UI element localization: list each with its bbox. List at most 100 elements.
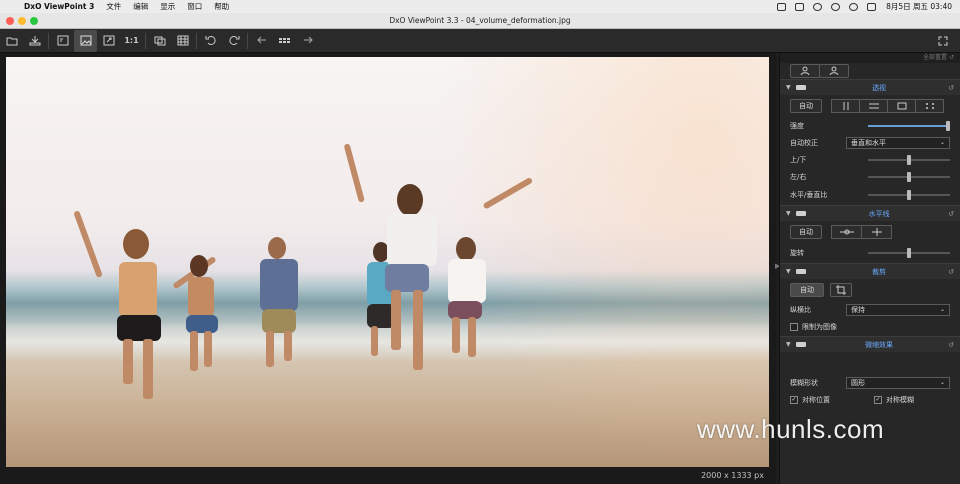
vertical-lines-icon[interactable]	[831, 99, 860, 113]
crop-icon[interactable]	[830, 283, 852, 297]
photo-person-shirt	[260, 259, 298, 311]
chevron-down-icon: ⌄	[939, 379, 945, 386]
reset-icon[interactable]: ↺	[948, 341, 954, 349]
before-after-icon[interactable]	[51, 30, 74, 52]
section-toggle-icon[interactable]	[796, 85, 806, 90]
photo-person-torso	[188, 277, 214, 317]
menu-help[interactable]: 帮助	[214, 1, 229, 12]
battery-icon[interactable]	[777, 2, 787, 11]
back-icon[interactable]	[250, 30, 273, 52]
slider-knob[interactable]	[907, 171, 911, 182]
wifi-icon[interactable]	[831, 2, 841, 11]
image-view-icon[interactable]	[74, 29, 97, 52]
close-window-button[interactable]	[6, 17, 14, 25]
photo-person-shirt	[387, 214, 437, 266]
perspective-auto-button[interactable]: 自动	[790, 99, 822, 113]
menu-edit[interactable]: 编辑	[133, 1, 148, 12]
horizon-auto-button[interactable]: 自动	[790, 225, 822, 239]
crop-auto-button[interactable]: 自动	[790, 283, 824, 297]
rectangle-icon[interactable]	[887, 99, 916, 113]
blur-shape-row: 模糊形状 圆形 ⌄	[780, 374, 960, 391]
ratio-row: 水平/垂直比	[780, 185, 960, 205]
zoom-1-1-button[interactable]: 1:1	[120, 30, 143, 52]
left-right-row: 左/右	[780, 168, 960, 185]
person-adjust-icon[interactable]	[790, 64, 820, 78]
auto-correct-value: 垂直和水平	[851, 138, 886, 147]
auto-correct-label: 自动校正	[790, 138, 818, 147]
bluetooth-icon[interactable]	[813, 2, 823, 11]
reset-icon[interactable]: ↺	[948, 210, 954, 218]
rotate-right-icon[interactable]	[222, 30, 245, 52]
horizon-line-icon[interactable]	[831, 225, 862, 239]
restrict-checkbox[interactable]	[790, 323, 798, 331]
up-down-slider[interactable]	[868, 154, 950, 165]
miniature-section-header[interactable]: ▼ 微缩效果 ↺	[780, 336, 960, 352]
intensity-label: 强度	[790, 121, 804, 130]
auto-correct-select[interactable]: 垂直和水平 ⌄	[846, 136, 950, 149]
menu-file[interactable]: 文件	[106, 1, 121, 12]
person-frame-icon[interactable]	[819, 64, 849, 78]
sym-position-checkbox[interactable]: ✓	[790, 395, 798, 404]
up-down-row: 上/下	[780, 151, 960, 168]
menu-app-name[interactable]: DxO ViewPoint 3	[24, 2, 94, 11]
up-down-label: 上/下	[790, 155, 807, 164]
filmstrip-icon[interactable]	[273, 30, 296, 52]
reset-all-button[interactable]: 全部重置 ↺	[780, 53, 960, 63]
collapse-caret-icon[interactable]: ▼	[786, 84, 796, 91]
photo-person-leg	[391, 290, 401, 350]
blur-shape-select[interactable]: 圆形 ⌄	[846, 376, 950, 389]
minimize-window-button[interactable]	[18, 17, 26, 25]
intensity-slider[interactable]	[868, 120, 950, 131]
menu-window[interactable]: 窗口	[187, 1, 202, 12]
crop-section-header[interactable]: ▼ 裁剪 ↺	[780, 263, 960, 279]
rotation-slider[interactable]	[868, 248, 950, 258]
reset-icon[interactable]: ↺	[948, 84, 954, 92]
compare-icon[interactable]	[148, 30, 171, 52]
perspective-mode-group	[831, 99, 944, 113]
section-toggle-icon[interactable]	[796, 342, 806, 347]
photo-person-leg	[266, 331, 274, 367]
collapse-caret-icon[interactable]: ▼	[786, 341, 796, 348]
volume-tools-row	[780, 63, 960, 79]
clock[interactable]: 8月5日 周五 03:40	[886, 1, 952, 12]
reset-icon[interactable]: ↺	[948, 268, 954, 276]
collapse-caret-icon[interactable]: ▼	[786, 210, 796, 217]
horizon-section-header[interactable]: ▼ 水平线 ↺	[780, 205, 960, 221]
sym-blur-checkbox[interactable]: ✓	[874, 395, 882, 404]
photo-person-head	[190, 255, 208, 277]
rotation-label: 旋转	[790, 249, 804, 257]
left-right-slider[interactable]	[868, 171, 950, 182]
menu-view[interactable]: 显示	[160, 1, 175, 12]
collapse-caret-icon[interactable]: ▼	[786, 268, 796, 275]
section-toggle-icon[interactable]	[796, 211, 806, 216]
control-center-icon[interactable]	[867, 2, 877, 11]
slider-knob[interactable]	[907, 154, 911, 165]
display-icon[interactable]	[795, 2, 805, 11]
perspective-section-header[interactable]: ▼ 透视 ↺	[780, 79, 960, 95]
eight-point-icon[interactable]	[915, 99, 944, 113]
aspect-select[interactable]: 保持 ⌄	[846, 303, 950, 316]
toolbar: 1:1	[0, 29, 960, 53]
horizontal-lines-icon[interactable]	[859, 99, 888, 113]
photo-person-head	[397, 184, 423, 216]
toolbar-separator	[196, 32, 197, 49]
forward-icon[interactable]	[296, 30, 319, 52]
slider-knob[interactable]	[946, 120, 950, 131]
fit-icon[interactable]	[97, 30, 120, 52]
search-icon[interactable]	[849, 2, 859, 11]
toolbar-separator	[145, 32, 146, 49]
fullscreen-icon[interactable]	[931, 30, 954, 52]
export-icon[interactable]	[23, 30, 46, 52]
photo-person-leg	[143, 339, 153, 399]
horizon-cross-icon[interactable]	[861, 225, 892, 239]
rotate-left-icon[interactable]	[199, 30, 222, 52]
folder-icon[interactable]	[0, 30, 23, 52]
restrict-label: 限制为图像	[802, 323, 837, 331]
beach-photo[interactable]	[6, 57, 769, 467]
ratio-slider[interactable]	[868, 190, 950, 200]
section-toggle-icon[interactable]	[796, 269, 806, 274]
slider-knob[interactable]	[907, 190, 911, 200]
maximize-window-button[interactable]	[30, 17, 38, 25]
slider-knob[interactable]	[907, 248, 911, 258]
grid-icon[interactable]	[171, 30, 194, 52]
